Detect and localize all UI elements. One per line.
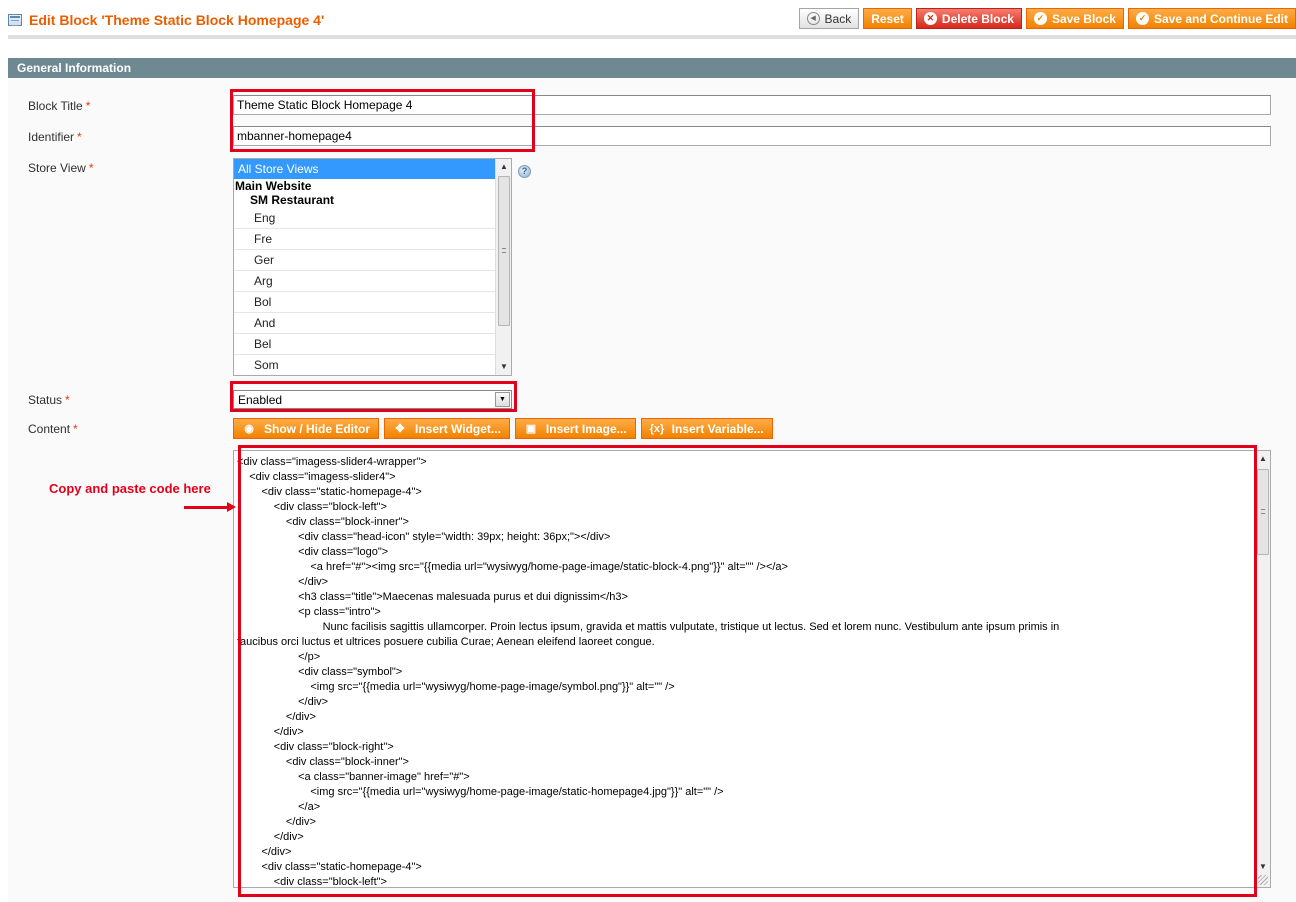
content-label: Content * [28,422,78,436]
insert-image-button[interactable]: ▣ Insert Image... [514,418,636,439]
store-view-label: Store View * [28,161,94,175]
header-divider [8,35,1296,39]
insert-widget-button[interactable]: ✥ Insert Widget... [384,418,510,439]
store-view-option[interactable]: Fre [234,229,496,250]
store-view-option[interactable]: Eng [234,208,496,229]
store-view-option[interactable]: Ger [234,250,496,271]
show-hide-editor-button[interactable]: ◉ Show / Hide Editor [233,418,380,439]
annotation-text: Copy and paste code here [49,481,211,496]
content-code: <div class="imagess-slider4-wrapper"> <d… [237,456,1060,888]
scroll-down-arrow-icon[interactable]: ▼ [1255,859,1270,875]
reset-button-label: Reset [871,11,904,26]
help-icon[interactable]: ? [518,165,531,178]
resize-handle-icon[interactable] [1258,875,1268,885]
store-view-option[interactable]: Arg [234,271,496,292]
eye-icon: ◉ [244,423,254,435]
store-view-multiselect[interactable]: All Store Views Main Website SM Restaura… [233,158,512,376]
back-button[interactable]: ◀ Back [798,8,860,29]
editor-toolbar: ◉ Show / Hide Editor ✥ Insert Widget... … [233,418,773,439]
insert-variable-button[interactable]: {x} Insert Variable... [640,418,773,439]
block-title-input[interactable] [233,95,1271,115]
store-view-option[interactable]: And [234,313,496,334]
delete-button-label: Delete Block [941,11,1014,26]
image-icon: ▣ [525,423,537,435]
status-select[interactable]: Enabled ▼ [233,390,512,409]
store-view-subgroup: SM Restaurant [250,193,335,207]
delete-icon: ✕ [923,12,937,25]
save-continue-button-label: Save and Continue Edit [1153,11,1288,26]
save-and-continue-button[interactable]: ✓ Save and Continue Edit [1127,8,1296,29]
block-title-label: Block Title * [28,99,91,113]
content-textarea[interactable]: <div class="imagess-slider4-wrapper"> <d… [233,450,1271,888]
store-view-group-main-website: Main Website [235,179,312,193]
page-header: Edit Block 'Theme Static Block Homepage … [8,11,324,29]
check-icon: ✓ [1135,12,1149,25]
identifier-input[interactable] [233,126,1271,146]
scroll-down-arrow-icon[interactable]: ▼ [496,359,511,375]
check-icon: ✓ [1033,12,1047,25]
back-arrow-icon: ◀ [806,12,820,25]
store-view-option[interactable]: Bol [234,292,496,313]
store-view-options: All Store Views Main Website SM Restaura… [234,159,496,375]
store-view-option[interactable]: Bel [234,334,496,355]
arrow-right-icon [184,502,236,512]
fieldset-legend: General Information [8,58,1296,78]
chevron-down-icon[interactable]: ▼ [495,392,510,407]
delete-block-button[interactable]: ✕ Delete Block [915,8,1022,29]
page-title: Edit Block 'Theme Static Block Homepage … [29,12,325,28]
content-scrollbar[interactable]: ▲ ▼ [1254,451,1270,887]
store-view-option-all[interactable]: All Store Views [234,159,496,179]
store-view-scrollbar[interactable]: ▲ ▼ [495,159,511,375]
header-buttons: ◀ Back Reset ✕ Delete Block ✓ Save Block… [798,8,1296,29]
save-block-button[interactable]: ✓ Save Block [1025,8,1124,29]
status-selected-value: Enabled [238,393,283,407]
scroll-up-arrow-icon[interactable]: ▲ [1255,451,1270,467]
status-label: Status * [28,393,70,407]
scroll-up-arrow-icon[interactable]: ▲ [496,159,511,175]
variable-icon: {x} [649,422,665,435]
identifier-label: Identifier * [28,130,82,144]
widget-icon: ✥ [395,423,405,435]
scroll-thumb[interactable] [1257,469,1269,555]
reset-button[interactable]: Reset [863,8,912,29]
store-view-option[interactable]: Som [234,355,496,375]
cms-block-icon [8,14,22,26]
save-button-label: Save Block [1051,11,1116,26]
scroll-thumb[interactable] [498,176,510,326]
back-button-label: Back [824,11,852,26]
